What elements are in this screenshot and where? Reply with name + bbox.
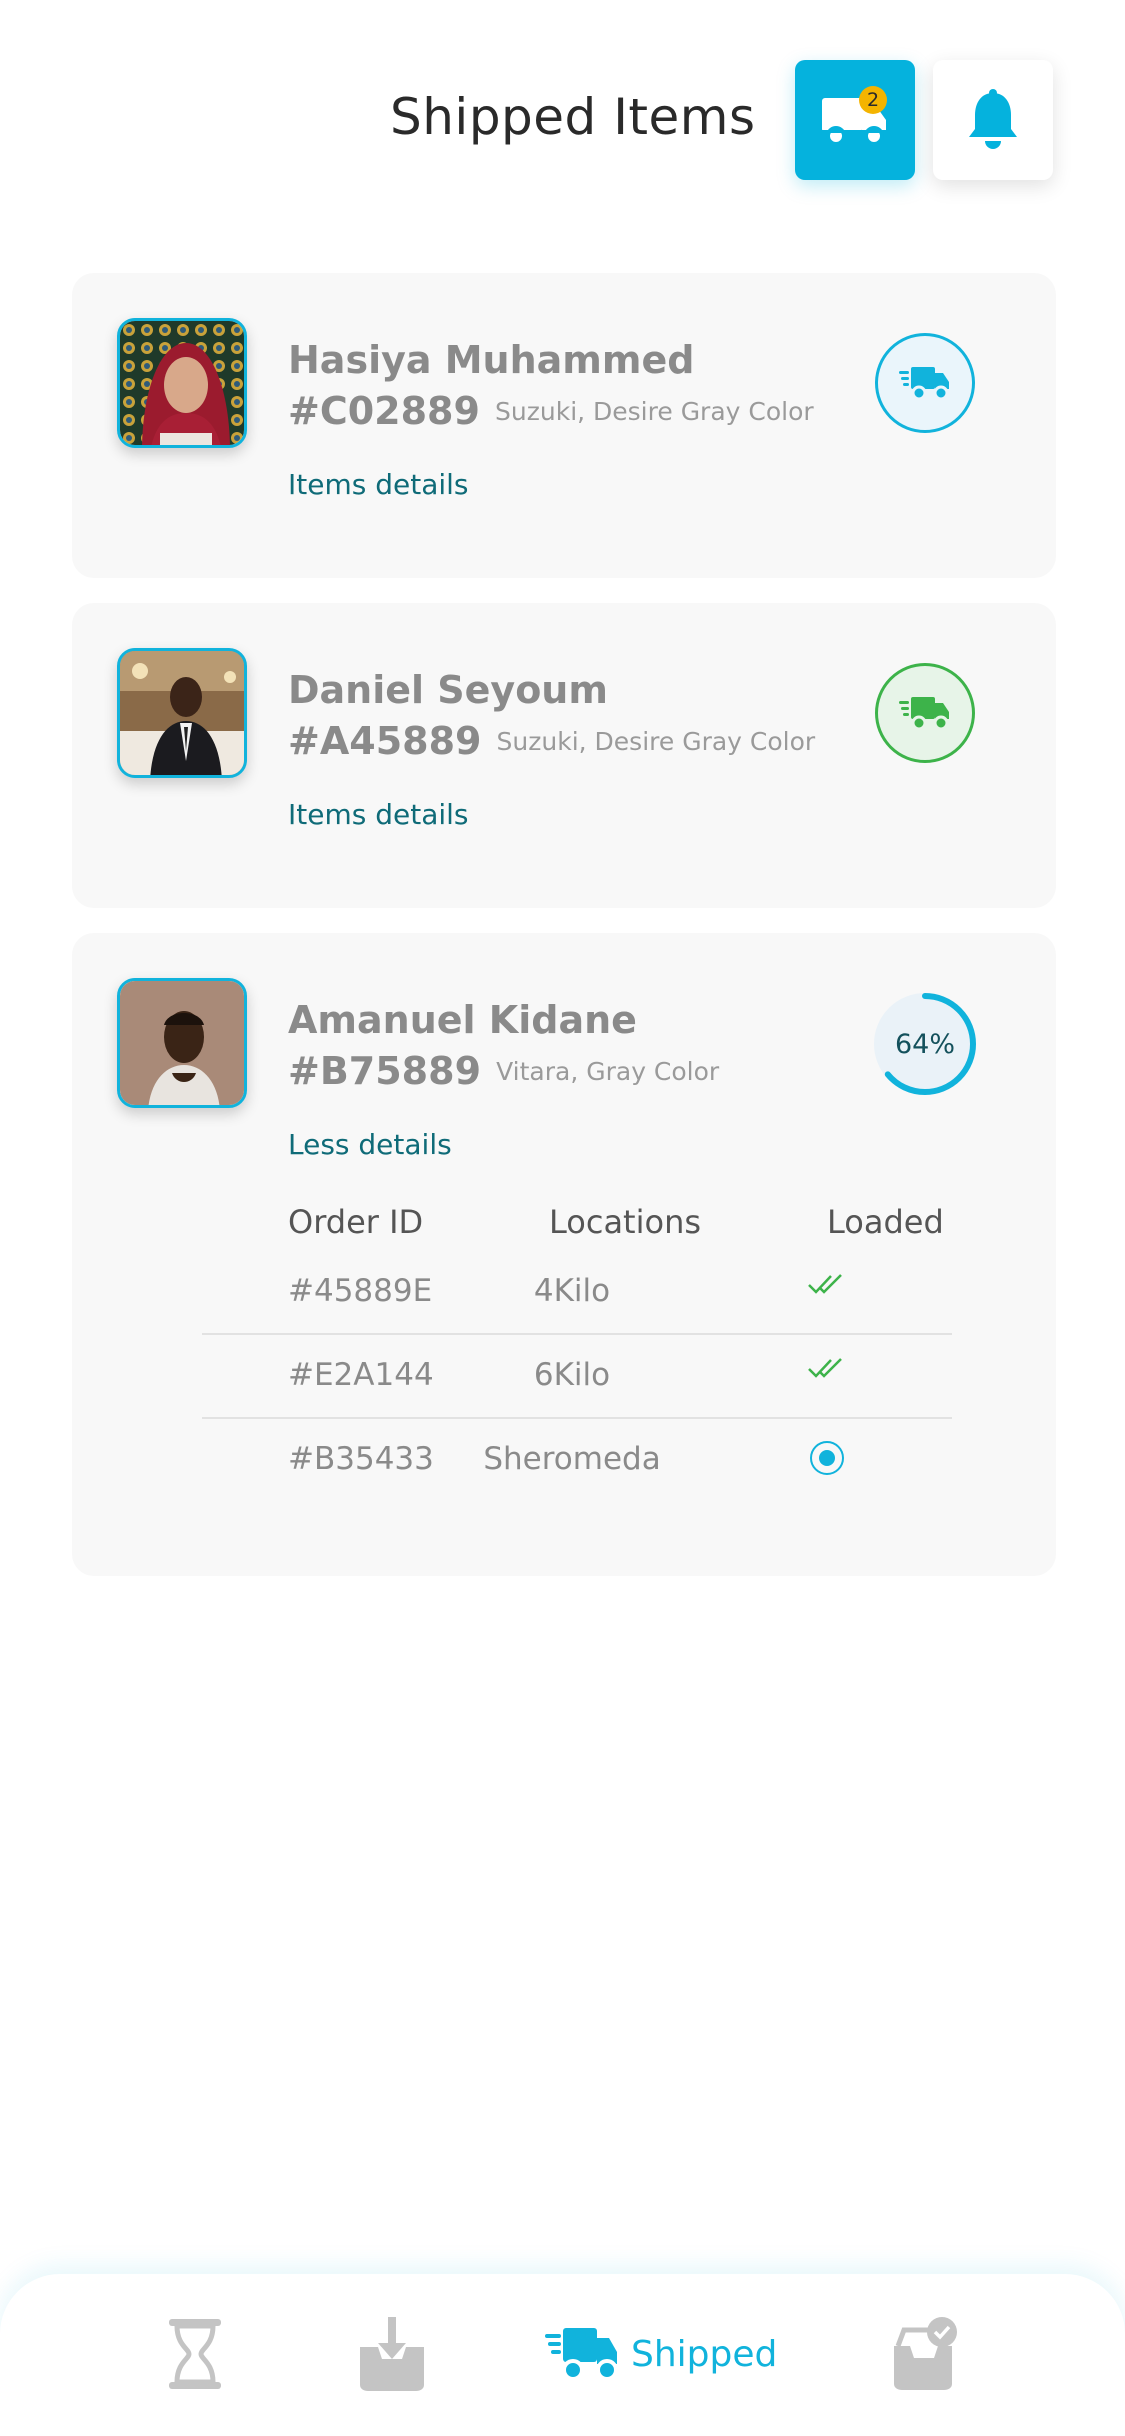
loaded-cell <box>742 1271 912 1297</box>
loaded-cell <box>742 1355 912 1381</box>
customer-name: Amanuel Kidane <box>288 998 637 1042</box>
progress-percent: 64% <box>894 1028 955 1060</box>
load-progress-ring[interactable]: 64% <box>872 991 978 1097</box>
col-header-locations: Locations <box>549 1203 702 1241</box>
customer-name: Hasiya Muhammed <box>288 338 695 382</box>
nav-pending[interactable] <box>165 2314 225 2394</box>
fast-truck-icon <box>899 697 949 731</box>
col-header-order-id: Order ID <box>288 1203 424 1241</box>
nav-shipped[interactable]: Shipped <box>545 2314 777 2394</box>
tray-check-icon <box>894 2317 957 2390</box>
avatar <box>117 648 247 778</box>
vehicle-info: Suzuki, Desire Gray Color <box>496 726 816 756</box>
table-row[interactable]: #B35433 Sheromeda <box>202 1419 952 1503</box>
status-in-transit[interactable] <box>875 333 975 433</box>
items-details-link[interactable]: Items details <box>288 798 469 831</box>
location-cell: Sheromeda <box>483 1441 661 1477</box>
page-title: Shipped Items <box>390 88 756 146</box>
customer-name: Daniel Seyoum <box>288 668 608 712</box>
table-row[interactable]: #45889E 4Kilo <box>202 1251 952 1335</box>
loaded-cell <box>742 1439 912 1477</box>
avatar <box>117 978 247 1108</box>
bottom-nav: Shipped <box>0 2274 1125 2436</box>
location-cell: 4Kilo <box>533 1273 611 1309</box>
shipment-card-expanded: Amanuel Kidane #B75889 Vitara, Gray Colo… <box>72 933 1056 1576</box>
col-header-loaded: Loaded <box>827 1203 944 1241</box>
vehicle-info: Vitara, Gray Color <box>496 1056 720 1086</box>
nav-shipped-label: Shipped <box>631 2333 778 2375</box>
fast-truck-icon <box>545 2328 618 2381</box>
double-check-icon <box>808 1274 842 1294</box>
hourglass-icon <box>169 2319 221 2389</box>
table-row[interactable]: #E2A144 6Kilo <box>202 1335 952 1419</box>
order-code: #A45889 <box>288 719 482 763</box>
location-cell: 6Kilo <box>533 1357 611 1393</box>
notifications-button[interactable] <box>933 60 1053 180</box>
nav-completed[interactable] <box>890 2314 960 2394</box>
order-line: #A45889 Suzuki, Desire Gray Color <box>288 719 815 763</box>
download-tray-icon <box>360 2317 424 2391</box>
bell-icon <box>969 89 1017 149</box>
order-code: #B75889 <box>288 1049 482 1093</box>
header: Shipped Items 2 <box>0 0 1125 240</box>
order-line: #B75889 Vitara, Gray Color <box>288 1049 719 1093</box>
less-details-link[interactable]: Less details <box>288 1128 452 1161</box>
avatar <box>117 318 247 448</box>
fast-truck-icon <box>899 367 949 401</box>
shipments-button[interactable]: 2 <box>795 60 915 180</box>
order-line: #C02889 Suzuki, Desire Gray Color <box>288 389 814 433</box>
double-check-icon <box>808 1358 842 1378</box>
radio-selected-icon[interactable] <box>808 1439 846 1477</box>
vehicle-info: Suzuki, Desire Gray Color <box>495 396 814 426</box>
shipment-card: Daniel Seyoum #A45889 Suzuki, Desire Gra… <box>72 603 1056 908</box>
notification-badge: 2 <box>859 86 887 114</box>
shipment-card: Hasiya Muhammed #C02889 Suzuki, Desire G… <box>72 273 1056 578</box>
nav-received[interactable] <box>356 2314 428 2394</box>
items-details-link[interactable]: Items details <box>288 468 469 501</box>
order-code: #C02889 <box>288 389 480 433</box>
status-delivered[interactable] <box>875 663 975 763</box>
